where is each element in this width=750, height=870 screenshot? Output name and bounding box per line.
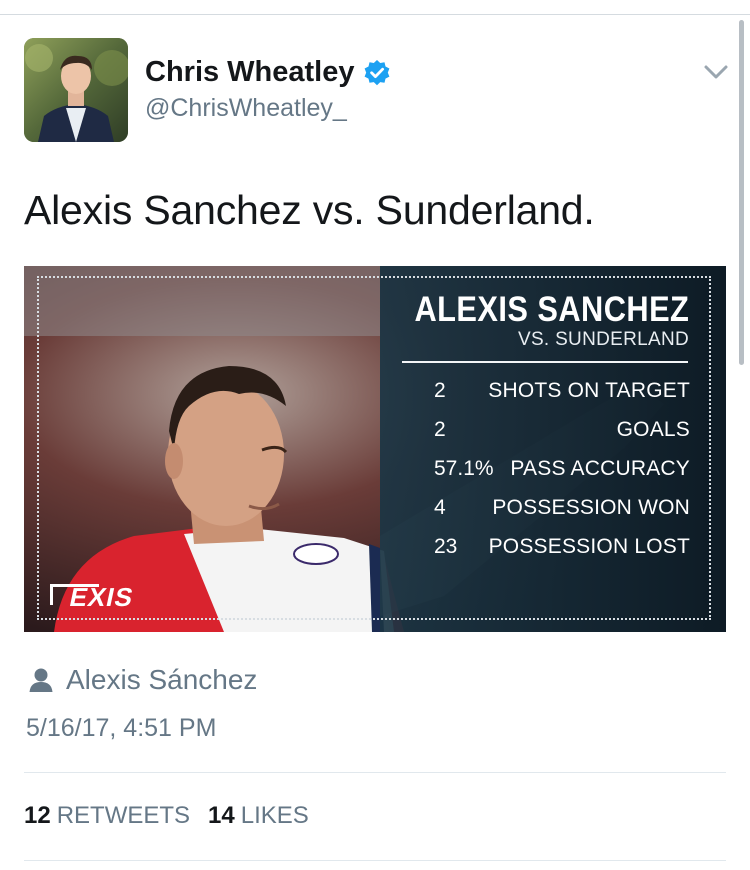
- stat-label: POSSESSION WON: [492, 496, 690, 519]
- place-tag[interactable]: Alexis Sánchez: [28, 664, 257, 696]
- place-name[interactable]: Alexis Sánchez: [66, 664, 257, 696]
- avatar[interactable]: [24, 38, 128, 142]
- verified-badge-icon: [364, 59, 389, 85]
- stat-row: 4 POSSESSION WON: [434, 496, 690, 524]
- stat-value: 23: [434, 535, 458, 558]
- scrollbar[interactable]: [739, 20, 744, 365]
- stat-row: 57.1% PASS ACCURACY: [434, 457, 690, 485]
- engagement-stats: 12 RETWEETS 14 LIKES: [24, 802, 309, 830]
- like-label: LIKES: [240, 802, 309, 829]
- tweet-media[interactable]: ALEXIS SANCHEZ VS. SUNDERLAND 2 SHOTS ON…: [24, 266, 726, 632]
- stat-label: GOALS: [616, 418, 690, 441]
- stat-value: 2: [434, 418, 446, 441]
- like-count: 14: [208, 802, 235, 829]
- stat-label: SHOTS ON TARGET: [488, 379, 690, 402]
- likes-link[interactable]: 14 LIKES: [208, 802, 309, 830]
- stat-value: 57.1%: [434, 457, 494, 480]
- stat-value: 2: [434, 379, 446, 402]
- divider: [24, 860, 726, 861]
- tweet-text: Alexis Sanchez vs. Sunderland.: [24, 187, 595, 233]
- stat-row: 23 POSSESSION LOST: [434, 535, 690, 563]
- author-name-row[interactable]: Chris Wheatley: [145, 56, 391, 89]
- stats-divider: [402, 361, 688, 363]
- person-icon: [29, 668, 53, 692]
- author-handle[interactable]: @ChrisWheatley_: [145, 94, 347, 123]
- avatar-photo: [24, 38, 128, 142]
- top-divider: [0, 14, 750, 15]
- retweet-label: RETWEETS: [56, 802, 191, 829]
- retweets-link[interactable]: 12 RETWEETS: [24, 802, 190, 830]
- stat-row: 2 GOALS: [434, 418, 690, 446]
- stat-label: PASS ACCURACY: [510, 457, 690, 480]
- chevron-down-icon[interactable]: [703, 62, 729, 82]
- stats-title: ALEXIS SANCHEZ: [414, 290, 689, 329]
- stat-value: 4: [434, 496, 446, 519]
- stat-row: 2 SHOTS ON TARGET: [434, 379, 690, 407]
- stats-subtitle: VS. SUNDERLAND: [517, 329, 689, 350]
- stat-label: POSSESSION LOST: [488, 535, 690, 558]
- shirt-lettering: EXIS: [66, 582, 137, 612]
- tweet-timestamp: 5/16/17, 4:51 PM: [26, 714, 217, 742]
- retweet-count: 12: [24, 802, 51, 829]
- author-name[interactable]: Chris Wheatley: [145, 56, 355, 89]
- divider: [24, 772, 726, 773]
